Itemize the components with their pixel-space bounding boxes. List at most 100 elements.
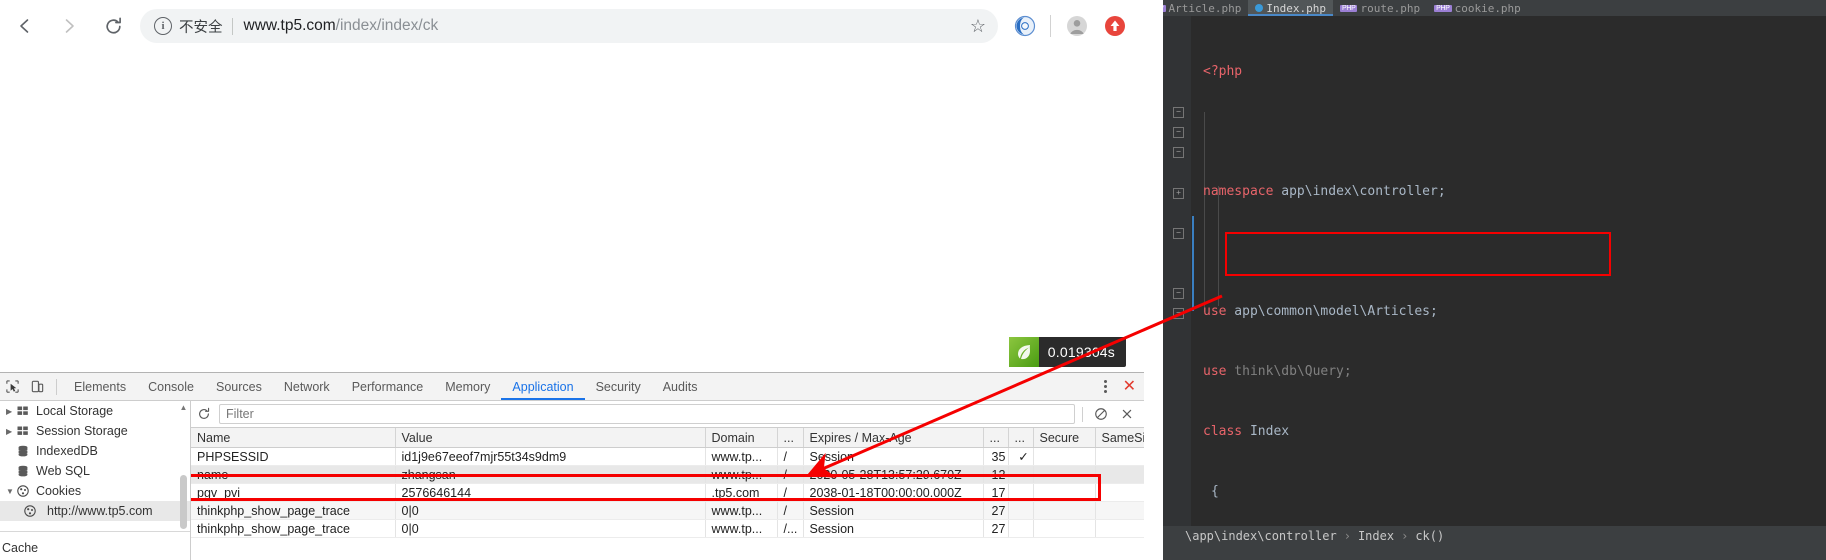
cell-value: 0|0 (395, 501, 706, 520)
editor-tab-article-php[interactable]: PHP Article.php (1163, 0, 1248, 16)
fold-marker-class-end[interactable]: − (1173, 308, 1184, 319)
column-header-secure[interactable]: Secure (1033, 428, 1096, 448)
sidebar-item-local-storage[interactable]: ▶ Local Storage (0, 401, 190, 421)
tab-application[interactable]: Application (501, 374, 584, 400)
devtools-close-icon[interactable]: ✕ (1123, 378, 1136, 395)
code-line-7: class Index (1191, 422, 1826, 442)
delete-selected-cookie-icon[interactable] (1114, 401, 1140, 427)
keyword-class: class (1203, 424, 1243, 439)
tab-elements[interactable]: Elements (63, 374, 137, 400)
cell-secure (1033, 483, 1096, 502)
fold-marker-ck[interactable]: − (1173, 228, 1184, 239)
editor-tab-route-php[interactable]: PHP route.php (1333, 0, 1427, 16)
profile-avatar-icon[interactable] (1060, 9, 1094, 43)
cell-name: name (191, 465, 396, 484)
column-header-size[interactable]: ... (983, 428, 1009, 448)
cell-value: 0|0 (395, 519, 706, 538)
back-button[interactable] (6, 7, 44, 45)
toolbar-divider (1050, 15, 1051, 37)
tab-performance[interactable]: Performance (341, 374, 435, 400)
tab-console[interactable]: Console (137, 374, 205, 400)
cell-secure (1033, 519, 1096, 538)
editor-gutter[interactable] (1163, 16, 1191, 526)
cell-secure (1033, 501, 1096, 520)
fold-marker-use2[interactable]: − (1173, 127, 1184, 138)
sidebar-item-cookies[interactable]: ▼ Cookies (0, 481, 190, 501)
inspect-element-icon[interactable] (0, 374, 25, 399)
scrollbar-thumb[interactable] (180, 475, 187, 529)
tabbar-divider (56, 378, 57, 395)
php-file-icon: PHP (1339, 4, 1358, 12)
tab-audits[interactable]: Audits (652, 374, 709, 400)
column-header-value[interactable]: Value (395, 428, 706, 448)
column-header-domain[interactable]: Domain (705, 428, 778, 448)
php-file-icon: PHP (1163, 4, 1166, 12)
chrome-browser-window: i 不安全 www.tp5.com/index/index/ck ☆ 0.019… (0, 0, 1144, 560)
filter-input[interactable]: Filter (219, 404, 1075, 424)
code-content[interactable]: <?php namespace app\index\controller; us… (1191, 16, 1826, 526)
column-header-httponly[interactable]: ... (1008, 428, 1034, 448)
cell-path: / (777, 447, 804, 466)
column-header-samesite[interactable]: SameSite (1095, 428, 1144, 448)
sidebar-item-web-sql[interactable]: Web SQL (0, 461, 190, 481)
toggle-device-toolbar-icon[interactable] (25, 374, 50, 399)
chevron-right-icon[interactable]: ▶ (6, 407, 17, 416)
table-row[interactable]: name zhangsan www.tp... / 2020-05-28T13:… (191, 465, 1144, 484)
table-row[interactable]: PHPSESSID id1j9e67eeof7mjr55t34s9dm9 www… (191, 447, 1144, 466)
breadcrumb-namespace[interactable]: \app\index\controller (1185, 529, 1337, 543)
fold-marker-md[interactable]: + (1173, 188, 1184, 199)
database-icon (17, 445, 36, 457)
fold-marker-ck-end[interactable]: − (1173, 288, 1184, 299)
sidebar-item-indexeddb[interactable]: IndexedDB (0, 441, 190, 461)
cell-domain: www.tp... (705, 465, 778, 484)
thinkphp-trace-badge[interactable]: 0.019304s (1008, 337, 1126, 367)
site-info-icon[interactable]: i (154, 17, 172, 35)
reload-button[interactable] (94, 7, 132, 45)
bookmark-star-icon[interactable]: ☆ (970, 17, 986, 35)
table-row[interactable]: thinkphp_show_page_trace 0|0 www.tp... /… (191, 519, 1144, 538)
phpstorm-editor-window: PHP Article.php Index.php PHP route.php … (1163, 0, 1826, 560)
scroll-up-arrow-icon[interactable]: ▲ (179, 403, 188, 412)
forward-button[interactable] (50, 7, 88, 45)
cell-domain: www.tp... (705, 501, 778, 520)
editor-tab-index-php[interactable]: Index.php (1248, 0, 1333, 16)
column-header-path[interactable]: ... (777, 428, 804, 448)
fold-marker-use[interactable]: − (1173, 107, 1184, 118)
class-open-brace: { (1211, 484, 1219, 499)
column-header-name[interactable]: Name (191, 428, 396, 448)
extension-blue-icon[interactable] (1008, 9, 1042, 43)
tab-sources[interactable]: Sources (205, 374, 273, 400)
table-row[interactable]: pgv_pvi 2576646144 .tp5.com / 2038-01-18… (191, 483, 1144, 502)
devtools-panel: Elements Console Sources Network Perform… (0, 372, 1144, 560)
tab-security[interactable]: Security (585, 374, 652, 400)
sidebar-scrollbar[interactable]: ▲ (179, 403, 188, 529)
editor-tab-cookie-php[interactable]: PHP cookie.php (1427, 0, 1528, 16)
breadcrumb-method[interactable]: ck() (1415, 529, 1444, 543)
storage-icon (17, 405, 36, 417)
editor-tab-label: cookie.php (1454, 1, 1521, 15)
code-editor[interactable]: − − − + − − − <?php namespace app\index\… (1163, 16, 1826, 526)
sidebar-item-cache[interactable]: Cache (0, 538, 190, 558)
cell-domain: www.tp... (705, 519, 778, 538)
chevron-down-icon[interactable]: ▼ (6, 487, 17, 496)
tab-memory[interactable]: Memory (434, 374, 501, 400)
fold-marker-class[interactable]: − (1173, 147, 1184, 158)
update-menu-icon[interactable] (1098, 9, 1132, 43)
table-row[interactable]: thinkphp_show_page_trace 0|0 www.tp... /… (191, 501, 1144, 520)
cell-httponly: ✓ (1008, 447, 1034, 466)
editor-tab-label: Article.php (1168, 1, 1242, 15)
cell-httponly (1008, 519, 1034, 538)
breadcrumb-class[interactable]: Index (1358, 529, 1394, 543)
clear-all-cookies-icon[interactable] (1088, 401, 1114, 427)
address-bar[interactable]: i 不安全 www.tp5.com/index/index/ck ☆ (140, 9, 998, 43)
cell-httponly (1008, 501, 1034, 520)
cell-expires: Session (803, 501, 984, 520)
column-header-expires[interactable]: Expires / Max-Age (803, 428, 984, 448)
chevron-right-icon[interactable]: ▶ (6, 427, 17, 436)
devtools-more-options-icon[interactable] (1096, 380, 1116, 393)
refresh-icon[interactable] (191, 401, 217, 427)
cell-path: / (777, 483, 804, 502)
sidebar-item-session-storage[interactable]: ▶ Session Storage (0, 421, 190, 441)
tab-network[interactable]: Network (273, 374, 341, 400)
sidebar-item-cookie-domain[interactable]: http://www.tp5.com (0, 501, 190, 521)
